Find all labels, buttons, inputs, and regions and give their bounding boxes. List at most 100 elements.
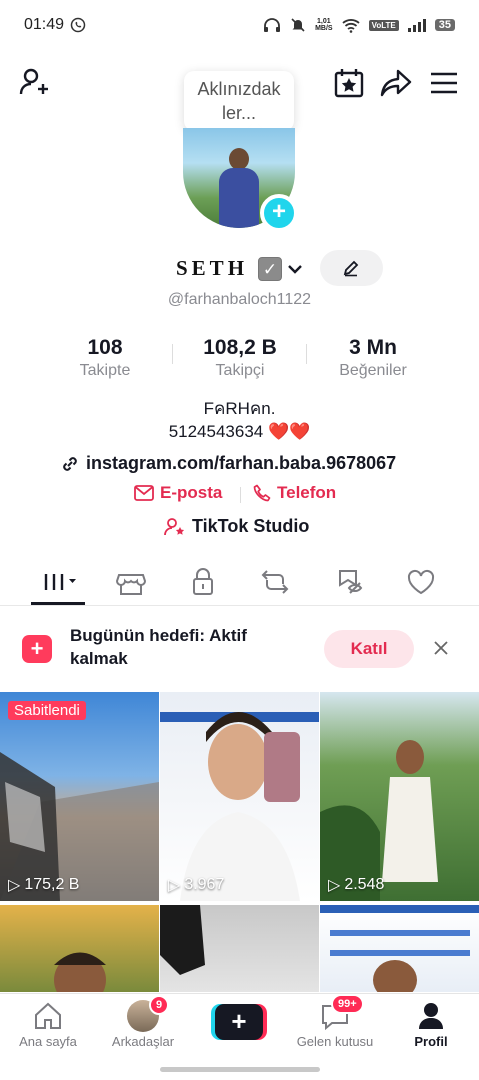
view-count: ▷ 175,2 B bbox=[8, 876, 80, 894]
video-thumbnail[interactable]: Sabitlendi ▷ 175,2 B bbox=[0, 692, 159, 901]
pencil-icon bbox=[343, 260, 359, 277]
profile-handle: @farhanbaloch1122 bbox=[167, 291, 312, 308]
profile-person-icon bbox=[419, 1003, 443, 1029]
add-story-button[interactable]: + bbox=[260, 194, 298, 232]
video-grid: Sabitlendi ▷ 175,2 B ▷ 3.967 ▷ 2.548 bbox=[0, 692, 479, 992]
studio-person-star-icon bbox=[164, 517, 185, 535]
create-button[interactable]: + bbox=[211, 1004, 267, 1040]
whatsapp-icon bbox=[70, 17, 86, 33]
mute-bell-icon bbox=[291, 18, 305, 32]
likes-label: Beğeniler bbox=[339, 362, 407, 379]
pinned-badge: Sabitlendi bbox=[8, 701, 86, 720]
following-label: Takipte bbox=[79, 362, 131, 379]
link-icon bbox=[63, 456, 77, 471]
video-thumbnail[interactable] bbox=[0, 905, 159, 992]
video-thumbnail[interactable]: ▷ 3.967 bbox=[160, 692, 319, 901]
signal-icon bbox=[407, 18, 426, 32]
following-count: 108 bbox=[87, 336, 123, 359]
status-note-bubble[interactable]: Aklınızdak ler... bbox=[184, 71, 294, 131]
status-time: 01:49 bbox=[24, 16, 65, 33]
thumbnail-art bbox=[320, 905, 479, 992]
thumbnail-art bbox=[160, 712, 319, 901]
play-icon: ▷ bbox=[168, 877, 181, 894]
note-line-1: Aklınızdak bbox=[197, 79, 281, 99]
email-label: E-posta bbox=[160, 483, 223, 502]
nav-inbox-label: Gelen kutusu bbox=[296, 1034, 374, 1049]
following-stat[interactable]: 108 Takipte bbox=[40, 336, 170, 380]
nav-inbox[interactable]: 99+ Gelen kutusu bbox=[290, 994, 380, 1049]
wifi-icon bbox=[341, 18, 360, 33]
goal-text: Bugünün hedefi: Aktif kalmak bbox=[70, 624, 300, 670]
view-count: ▷ 2.548 bbox=[328, 876, 385, 894]
studio-label: TikTok Studio bbox=[192, 516, 310, 536]
nav-home[interactable]: Ana sayfa bbox=[3, 1000, 93, 1049]
tab-shop-icon[interactable] bbox=[111, 566, 151, 598]
chevron-down-icon[interactable] bbox=[286, 260, 304, 278]
bio-line-1: FคRHคn. bbox=[203, 399, 276, 418]
goal-text-line-2: kalmak bbox=[70, 649, 128, 668]
followers-label: Takipçi bbox=[215, 362, 265, 379]
status-bar: 01:49 1,01 MB/S VoLTE 35 bbox=[0, 0, 479, 50]
phone-icon bbox=[253, 484, 271, 502]
daily-goal-banner: + Bugünün hedefi: Aktif kalmak Katıl bbox=[0, 616, 479, 682]
video-thumbnail[interactable] bbox=[320, 905, 479, 992]
note-line-2: ler... bbox=[221, 103, 256, 123]
likes-stat[interactable]: 3 Mn Beğeniler bbox=[308, 336, 438, 380]
goal-plus-icon: + bbox=[22, 635, 52, 663]
contact-row: E-posta Telefon bbox=[0, 483, 479, 507]
followers-stat[interactable]: 108,2 B Takipçi bbox=[175, 336, 305, 380]
stats-row: 108 Takipte 108,2 B Takipçi 3 Mn Beğenil… bbox=[0, 336, 479, 386]
network-speed: 1,01 MB/S bbox=[315, 18, 333, 32]
phone-button[interactable]: Telefon bbox=[253, 483, 336, 503]
calendar-star-icon[interactable] bbox=[333, 67, 365, 99]
plus-icon: + bbox=[215, 1004, 263, 1040]
video-thumbnail[interactable]: ▷ 2.548 bbox=[320, 692, 479, 901]
close-icon[interactable] bbox=[431, 638, 451, 658]
email-button[interactable]: E-posta bbox=[134, 483, 222, 503]
bio-link-text[interactable]: instagram.com/farhan.baba.9678067 bbox=[86, 453, 396, 474]
tab-private-lock-icon[interactable] bbox=[183, 566, 223, 598]
tab-reposts-icon[interactable] bbox=[255, 566, 295, 598]
tab-liked-heart-icon[interactable] bbox=[401, 566, 441, 598]
nav-profile[interactable]: Profil bbox=[386, 1000, 476, 1049]
likes-count: 3 Mn bbox=[349, 336, 397, 359]
profile-name: SETH bbox=[176, 256, 249, 280]
volte-badge: VoLTE bbox=[368, 19, 399, 31]
add-friend-icon[interactable] bbox=[18, 66, 50, 98]
video-thumbnail[interactable] bbox=[160, 905, 319, 992]
edit-profile-button[interactable] bbox=[320, 250, 383, 286]
content-tabs bbox=[0, 560, 479, 606]
menu-icon[interactable] bbox=[428, 67, 460, 99]
home-indicator bbox=[160, 1067, 320, 1072]
goal-text-line-1: Bugünün hedefi: Aktif bbox=[70, 626, 247, 645]
followers-count: 108,2 B bbox=[203, 336, 277, 359]
thumbnail-art bbox=[160, 905, 205, 975]
bio-line-2: 5124543634 ❤️❤️ bbox=[168, 422, 311, 441]
thumbnail-art bbox=[320, 740, 438, 901]
tab-videos-grid-icon[interactable] bbox=[40, 566, 80, 598]
checkbox-emoji-icon: ✓ bbox=[258, 257, 282, 281]
nav-friends[interactable]: 9 Arkadaşlar bbox=[98, 995, 188, 1049]
play-icon: ▷ bbox=[328, 877, 341, 894]
headphones-icon bbox=[264, 18, 281, 32]
view-count: ▷ 3.967 bbox=[168, 876, 225, 894]
nav-home-label: Ana sayfa bbox=[19, 1034, 77, 1049]
name-row: SETH ✓ bbox=[0, 248, 479, 288]
thumbnail-art bbox=[0, 752, 159, 901]
home-icon bbox=[35, 1002, 61, 1029]
join-goal-button[interactable]: Katıl bbox=[324, 630, 414, 668]
mail-icon bbox=[134, 485, 154, 501]
tab-favorites-hidden-icon[interactable] bbox=[329, 566, 369, 598]
active-tab-indicator bbox=[31, 602, 85, 605]
battery-indicator: 35 bbox=[434, 19, 455, 31]
nav-friends-label: Arkadaşlar bbox=[111, 1034, 175, 1049]
inbox-badge: 99+ bbox=[331, 994, 364, 1014]
share-icon[interactable] bbox=[380, 67, 412, 99]
nav-profile-label: Profil bbox=[414, 1034, 448, 1049]
thumbnail-art bbox=[54, 952, 106, 992]
phone-label: Telefon bbox=[277, 483, 337, 502]
friends-badge: 9 bbox=[149, 995, 170, 1015]
play-icon: ▷ bbox=[8, 877, 21, 894]
bio-link[interactable]: instagram.com/farhan.baba.9678067 bbox=[60, 453, 396, 474]
tiktok-studio-link[interactable]: TikTok Studio bbox=[164, 516, 309, 537]
